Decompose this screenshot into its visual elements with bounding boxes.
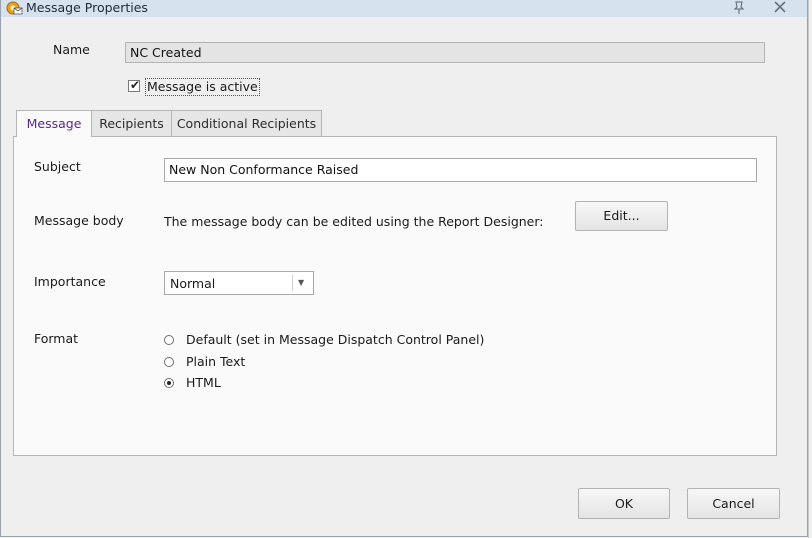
cancel-button[interactable]: Cancel (687, 488, 780, 519)
window-title: Message Properties (26, 0, 148, 15)
radio-selected-dot (167, 381, 171, 385)
subject-label: Subject (34, 159, 81, 174)
format-option-label[interactable]: HTML (186, 375, 221, 391)
importance-dropdown[interactable]: Normal ▼ (164, 271, 314, 295)
format-option-label[interactable]: Plain Text (186, 354, 245, 370)
edit-body-button[interactable]: Edit... (575, 201, 668, 231)
pin-icon[interactable] (731, 0, 747, 16)
title-bar: Message Properties (1, 0, 807, 17)
name-label: Name (53, 42, 90, 57)
message-properties-dialog: Message Properties Name NC Created ✔ Mes… (0, 0, 808, 537)
importance-value: Normal (170, 276, 216, 291)
radio-plain-text[interactable] (164, 357, 174, 367)
radio-html[interactable] (164, 378, 174, 388)
ok-button[interactable]: OK (578, 488, 670, 519)
background-window-edge (808, 0, 809, 538)
name-field[interactable]: NC Created (125, 42, 765, 63)
check-icon: ✔ (130, 78, 141, 92)
tab-conditional-recipients[interactable]: Conditional Recipients (171, 110, 322, 136)
subject-field[interactable]: New Non Conformance Raised (164, 158, 757, 182)
format-label: Format (34, 331, 79, 346)
tab-recipients[interactable]: Recipients (91, 110, 172, 136)
close-icon[interactable] (771, 0, 789, 16)
importance-label: Importance (34, 274, 106, 289)
gear-envelope-icon (5, 0, 23, 16)
message-body-label: Message body (34, 213, 124, 228)
dropdown-separator (292, 275, 293, 291)
message-tab-panel: Subject New Non Conformance Raised Messa… (13, 136, 777, 456)
message-body-hint: The message body can be edited using the… (164, 214, 544, 229)
message-active-checkbox[interactable]: ✔ (128, 78, 141, 92)
tab-message[interactable]: Message (16, 110, 92, 137)
format-option-label[interactable]: Default (set in Message Dispatch Control… (186, 332, 484, 348)
message-active-label[interactable]: Message is active (145, 78, 260, 96)
chevron-down-icon[interactable]: ▼ (298, 272, 304, 294)
radio-default[interactable] (164, 335, 174, 345)
